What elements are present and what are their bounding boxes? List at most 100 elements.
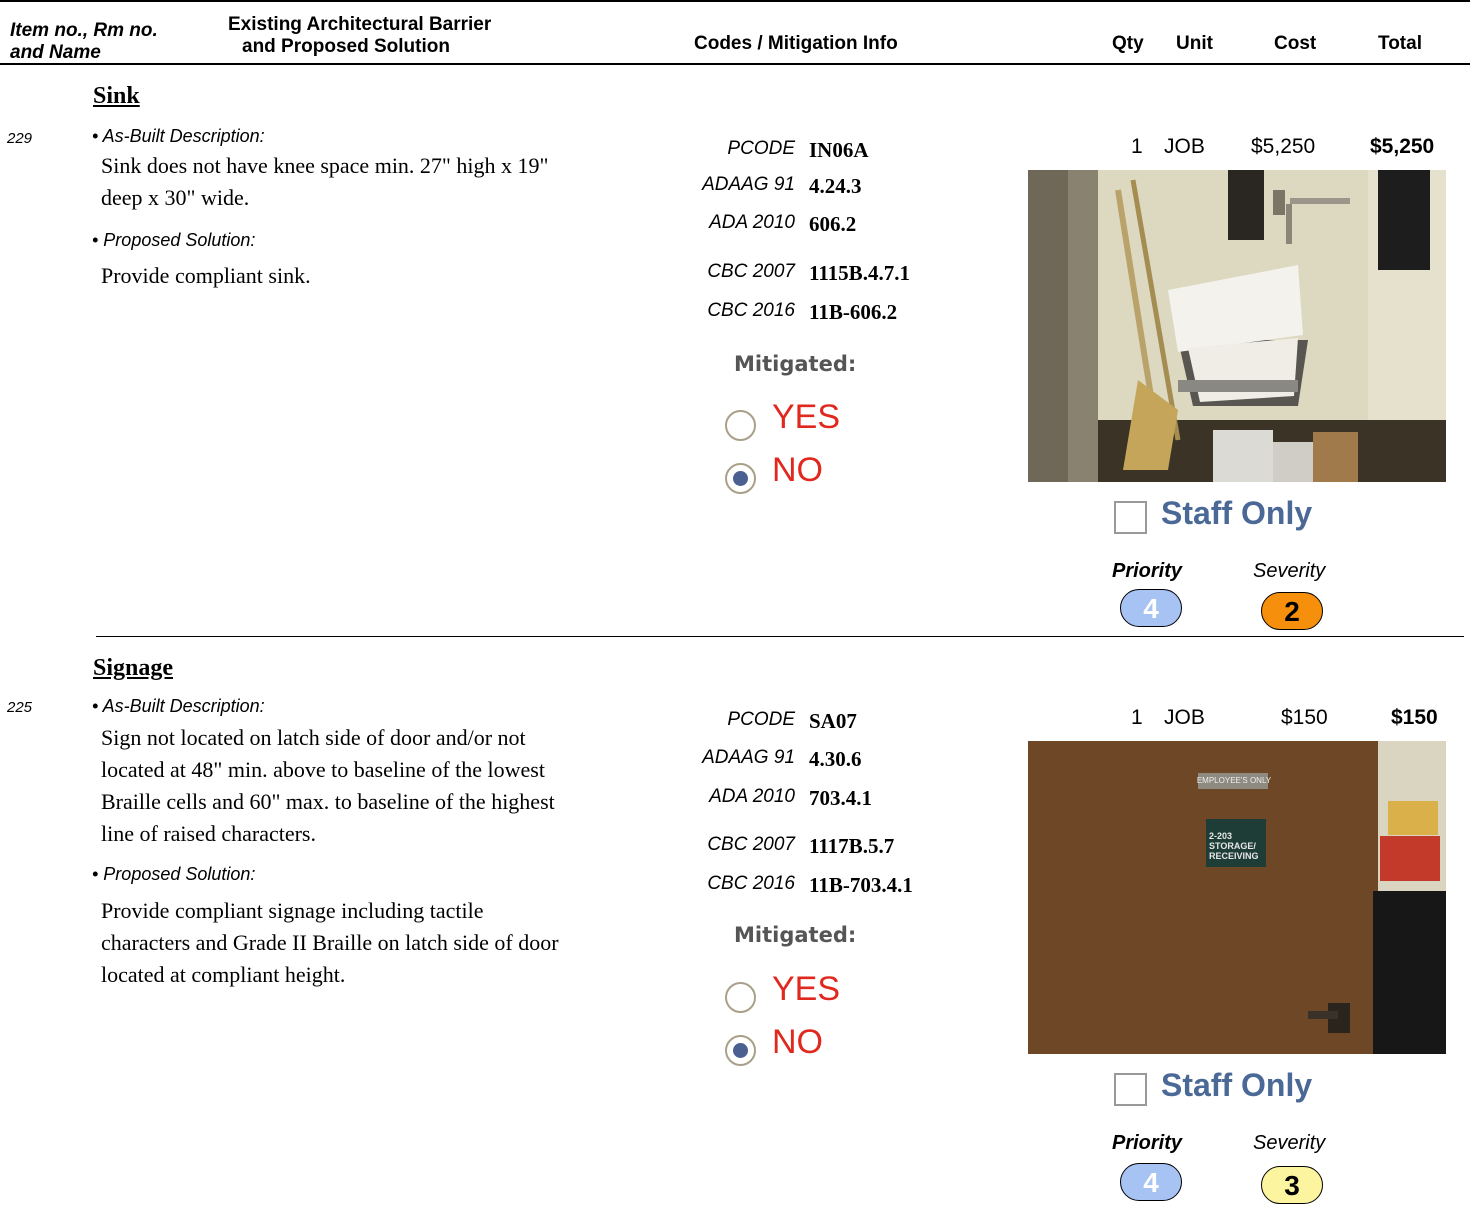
code-key: ADA 2010 xyxy=(709,786,795,807)
cost-value: $5,250 xyxy=(1251,135,1316,158)
header-codes: Codes / Mitigation Info xyxy=(694,33,898,54)
qty-value: 1 xyxy=(1131,706,1143,729)
room-sign-line: 2-203 xyxy=(1209,831,1233,841)
code-row-pcode: PCODE IN06A xyxy=(660,136,1000,166)
item-title: Signage xyxy=(93,655,174,681)
solution-line: Provide compliant signage including tact… xyxy=(101,898,484,923)
mitigated-yes-label[interactable]: YES xyxy=(772,398,840,437)
priority-label: Priority xyxy=(1112,1132,1183,1154)
header-item-no-line1: Item no., Rm no. xyxy=(10,20,158,41)
code-value: 4.30.6 xyxy=(809,747,862,771)
staff-only-checkbox[interactable] xyxy=(1114,501,1147,534)
code-value: 11B-606.2 xyxy=(809,300,898,324)
code-key: CBC 2016 xyxy=(707,300,795,321)
code-value: SA07 xyxy=(809,709,857,733)
mitigated-no-label[interactable]: NO xyxy=(772,1023,823,1062)
total-value: $150 xyxy=(1391,706,1438,729)
sink-photo-drawing xyxy=(1028,170,1446,482)
header-item-no: Item no., Rm no. and Name xyxy=(10,20,158,64)
mitigated-no-radio[interactable] xyxy=(725,1035,756,1066)
code-value: 1117B.5.7 xyxy=(809,834,895,858)
header-total: Total xyxy=(1378,33,1422,54)
code-value: IN06A xyxy=(809,138,869,162)
mitigated-label: Mitigated: xyxy=(734,923,857,947)
as-built-line: deep x 30" wide. xyxy=(101,185,250,210)
solution-label: • Proposed Solution: xyxy=(92,864,256,884)
mitigated-yes-radio[interactable] xyxy=(725,410,756,441)
code-row-cbc2016: CBC 2016 11B-606.2 xyxy=(660,298,1000,328)
priority-badge: 4 xyxy=(1120,1163,1182,1201)
cost-value: $150 xyxy=(1281,706,1328,729)
solution-line: located at compliant height. xyxy=(101,962,346,987)
item-signage: Signage 225 • As-Built Description: Sign… xyxy=(0,637,1470,1205)
as-built-line: Sink does not have knee space min. 27" h… xyxy=(101,153,549,178)
code-key: ADA 2010 xyxy=(709,212,795,233)
item-sink: Sink 229 • As-Built Description: Sink do… xyxy=(0,64,1470,636)
code-row-cbc2007: CBC 2007 1115B.4.7.1 xyxy=(660,259,1000,289)
staff-only-checkbox[interactable] xyxy=(1114,1073,1147,1106)
header-cost: Cost xyxy=(1274,33,1317,54)
solution-line: characters and Grade II Braille on latch… xyxy=(101,930,559,955)
as-built-label: • As-Built Description: xyxy=(92,696,265,716)
code-row-adaag91: ADAAG 91 4.24.3 xyxy=(660,172,1000,202)
as-built-line: located at 48" min. above to baseline of… xyxy=(101,757,545,782)
code-value: 1115B.4.7.1 xyxy=(809,261,910,285)
mitigated-yes-radio[interactable] xyxy=(725,982,756,1013)
unit-value: JOB xyxy=(1164,135,1205,158)
item-number: 225 xyxy=(7,699,33,716)
priority-badge: 4 xyxy=(1120,589,1182,627)
as-built-text: Sink does not have knee space min. 27" h… xyxy=(101,150,549,214)
header-unit: Unit xyxy=(1176,33,1213,54)
as-built-label: • As-Built Description: xyxy=(92,126,265,146)
room-sign-line: STORAGE/ xyxy=(1209,841,1256,851)
as-built-text: Sign not located on latch side of door a… xyxy=(101,722,555,850)
mitigated-no-radio[interactable] xyxy=(725,463,756,494)
code-row-ada2010: ADA 2010 703.4.1 xyxy=(660,784,1000,814)
mitigated-no-label[interactable]: NO xyxy=(772,451,823,490)
code-key: PCODE xyxy=(727,709,795,730)
qty-value: 1 xyxy=(1131,135,1143,158)
as-built-line: Braille cells and 60" max. to baseline o… xyxy=(101,789,555,814)
staff-only-label[interactable]: Staff Only xyxy=(1161,1067,1312,1104)
solution-text: Provide compliant signage including tact… xyxy=(101,895,559,991)
sink-photo xyxy=(1028,170,1446,482)
header-barrier: Existing Architectural Barrier and Propo… xyxy=(228,14,491,58)
item-number: 229 xyxy=(7,130,33,147)
as-built-line: Sign not located on latch side of door a… xyxy=(101,725,526,750)
severity-badge: 2 xyxy=(1261,592,1323,630)
room-sign-text: 2-203 STORAGE/ RECEIVING xyxy=(1209,831,1259,861)
code-key: ADAAG 91 xyxy=(702,174,795,195)
code-value: 4.24.3 xyxy=(809,174,862,198)
code-value: 606.2 xyxy=(809,212,857,236)
door-sign-photo: EMPLOYEE'S ONLY 2-203 STORAGE/ RECEIVING xyxy=(1028,741,1446,1054)
code-key: CBC 2007 xyxy=(707,834,795,855)
mitigated-label: Mitigated: xyxy=(734,352,857,376)
solution-line: Provide compliant sink. xyxy=(101,263,311,288)
top-rule xyxy=(0,0,1470,2)
code-value: 11B-703.4.1 xyxy=(809,873,913,897)
code-key: CBC 2007 xyxy=(707,261,795,282)
unit-value: JOB xyxy=(1164,706,1205,729)
severity-label: Severity xyxy=(1253,1132,1326,1154)
name-plate-text: EMPLOYEE'S ONLY xyxy=(1196,776,1272,785)
radio-selected-dot xyxy=(733,471,748,486)
as-built-line: line of raised characters. xyxy=(101,821,316,846)
code-value: 703.4.1 xyxy=(809,786,872,810)
solution-label: • Proposed Solution: xyxy=(92,230,256,250)
header-item-no-line2: and Name xyxy=(10,42,101,63)
total-value: $5,250 xyxy=(1370,135,1435,158)
code-key: CBC 2016 xyxy=(707,873,795,894)
staff-only-label[interactable]: Staff Only xyxy=(1161,495,1312,532)
mitigated-yes-label[interactable]: YES xyxy=(772,970,840,1009)
code-row-cbc2016: CBC 2016 11B-703.4.1 xyxy=(660,871,1000,901)
header-barrier-line1: Existing Architectural Barrier xyxy=(228,14,492,35)
code-key: ADAAG 91 xyxy=(702,747,795,768)
code-key: PCODE xyxy=(727,138,795,159)
code-row-cbc2007: CBC 2007 1117B.5.7 xyxy=(660,832,1000,862)
item-title: Sink xyxy=(93,83,140,109)
radio-selected-dot xyxy=(733,1043,748,1058)
code-row-adaag91: ADAAG 91 4.30.6 xyxy=(660,745,1000,775)
code-row-ada2010: ADA 2010 606.2 xyxy=(660,210,1000,240)
header-barrier-line2: and Proposed Solution xyxy=(242,36,450,57)
header-qty: Qty xyxy=(1112,33,1144,54)
